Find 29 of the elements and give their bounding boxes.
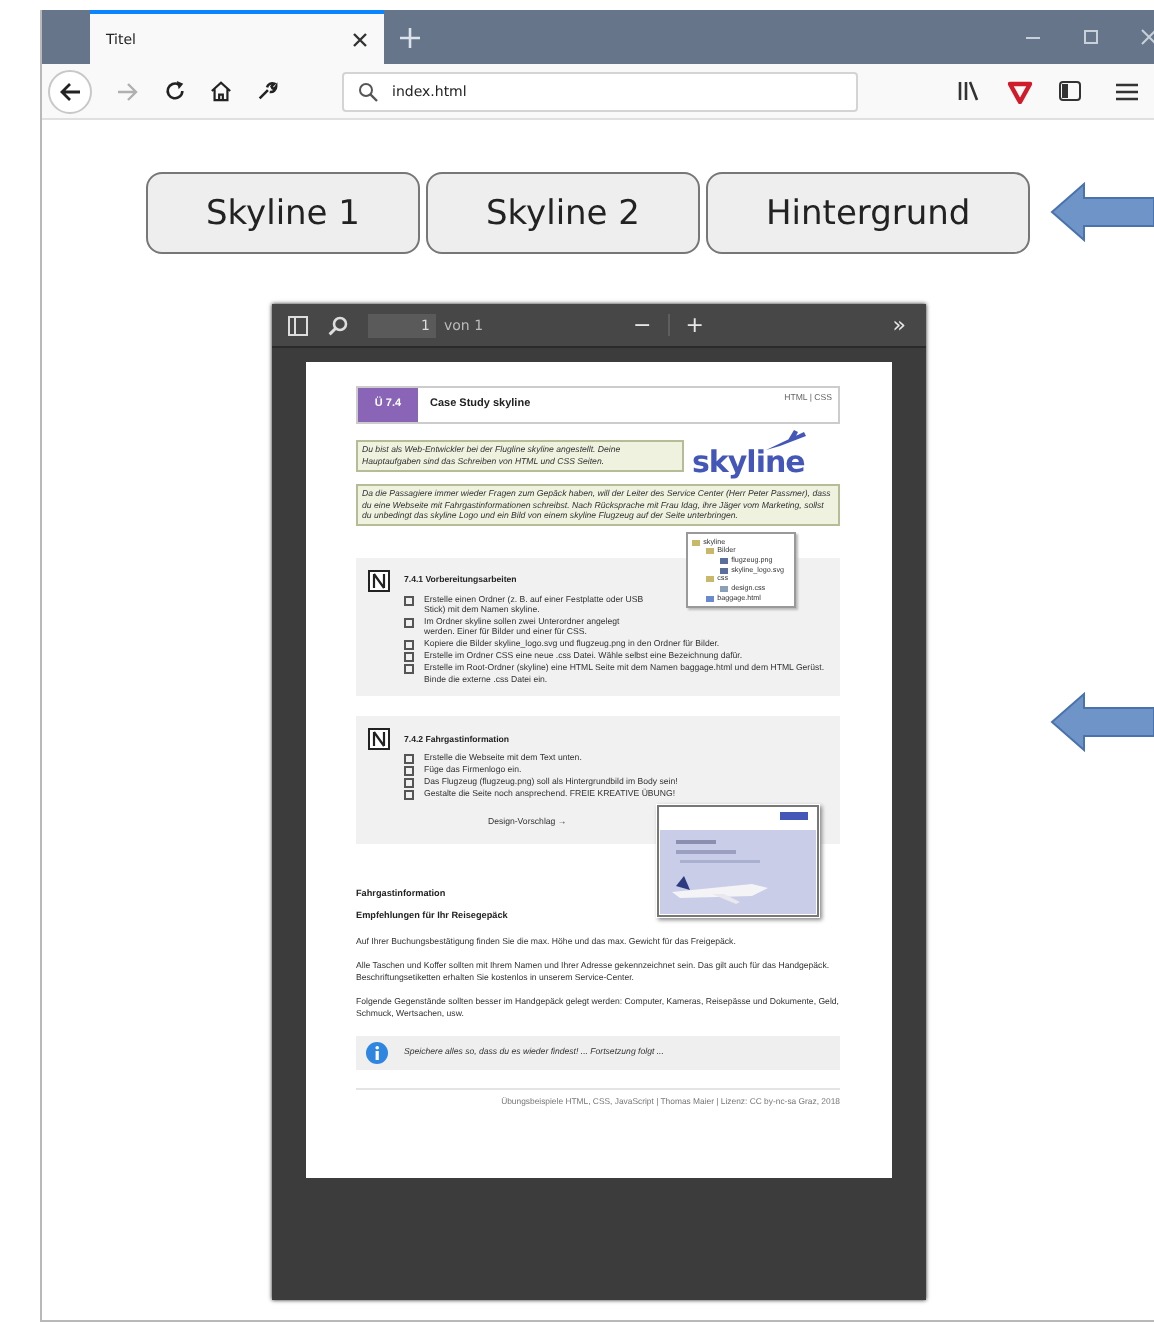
shield-icon[interactable]: [1008, 79, 1032, 103]
back-button[interactable]: [48, 69, 92, 113]
search-icon[interactable]: [328, 315, 348, 335]
arrow-icon: [1050, 182, 1154, 242]
checkbox-icon: [404, 617, 414, 628]
nav-button[interactable]: Skyline 2: [426, 172, 700, 254]
skyline-logo: skyline: [692, 434, 805, 478]
search-icon: [358, 81, 378, 101]
nav-button[interactable]: Skyline 1: [146, 172, 420, 254]
arrow-icon: [1050, 692, 1154, 752]
back-arrow-icon: [58, 79, 82, 103]
sidebar-icon[interactable]: [1058, 80, 1082, 102]
library-icon[interactable]: [958, 80, 982, 102]
notebook-icon: [368, 728, 390, 751]
info-icon: [366, 1041, 388, 1064]
close-icon[interactable]: [352, 31, 368, 47]
nav-button[interactable]: Hintergrund: [706, 172, 1031, 254]
new-tab-icon[interactable]: [400, 27, 420, 47]
maximize-icon[interactable]: [1082, 28, 1100, 46]
menu-icon[interactable]: [1116, 81, 1138, 101]
more-tools-button[interactable]: »: [888, 313, 910, 337]
zoom-out-button[interactable]: −: [629, 313, 656, 337]
wrench-icon[interactable]: [256, 80, 278, 102]
sidebar-toggle-icon[interactable]: [288, 315, 308, 335]
checkbox-icon: [404, 595, 414, 606]
home-icon[interactable]: [210, 80, 232, 102]
notebook-icon: [368, 569, 390, 592]
reload-icon[interactable]: [164, 80, 186, 102]
zoom-in-button[interactable]: +: [681, 313, 708, 337]
